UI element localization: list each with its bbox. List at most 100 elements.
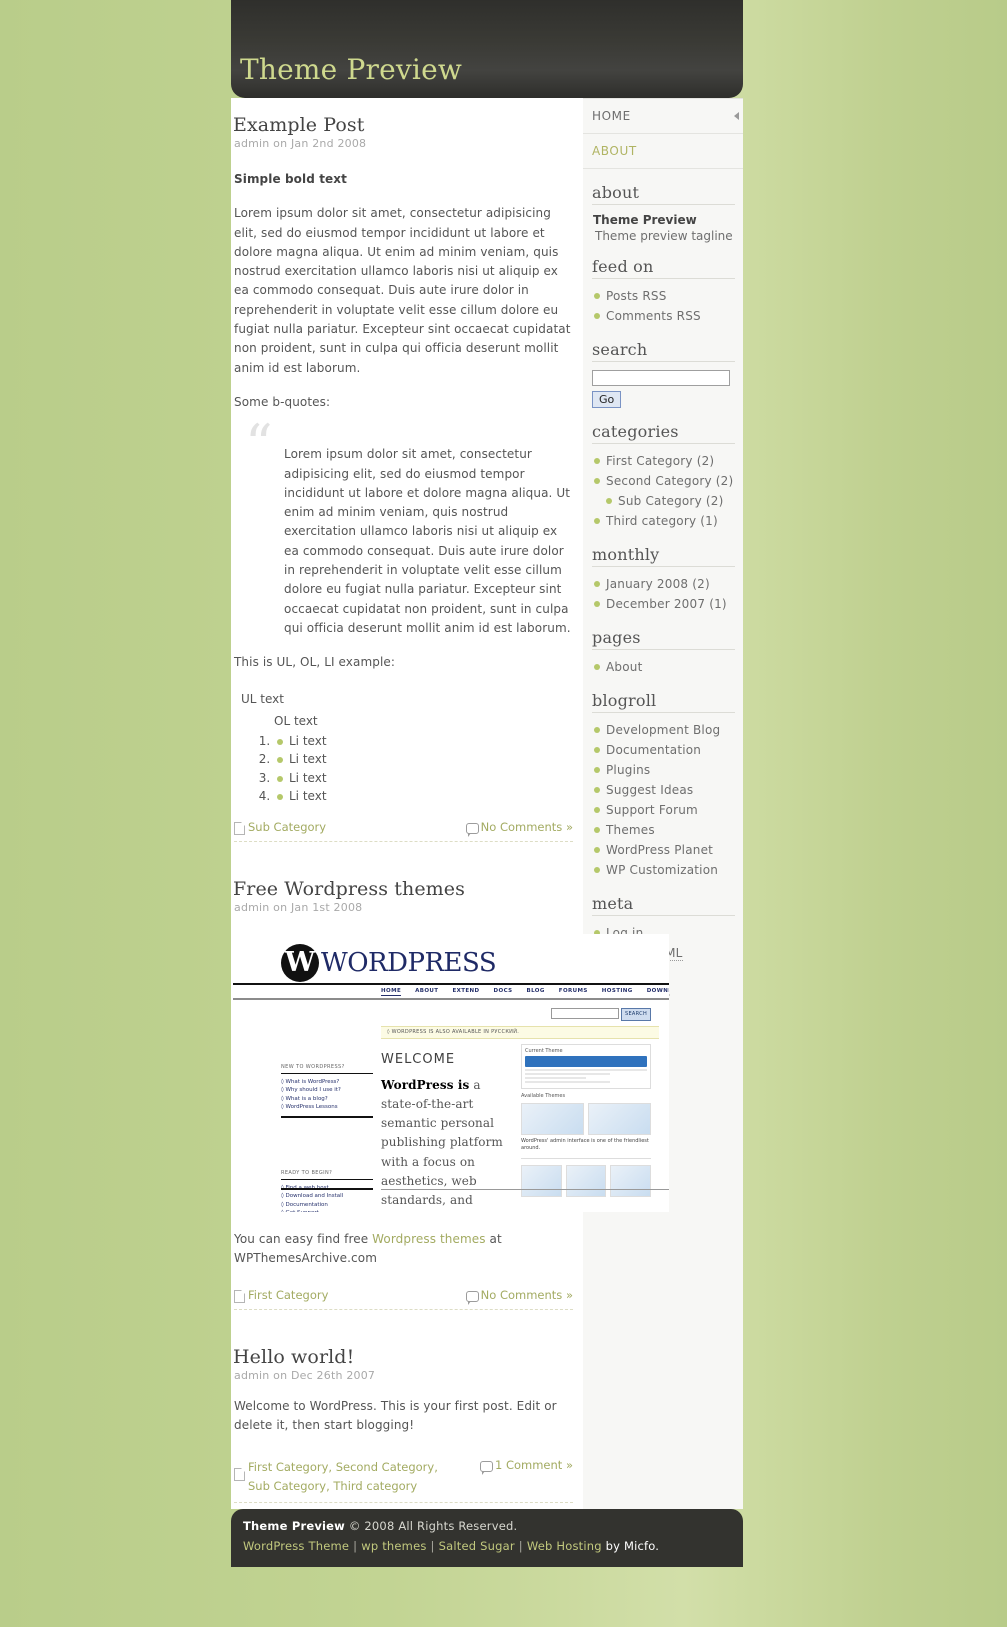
blogroll-list: Development Blog Documentation Plugins S… (592, 720, 735, 880)
list-item: Li text (274, 769, 573, 788)
list-item[interactable]: Posts RSS (592, 286, 735, 306)
post-paragraph: Welcome to WordPress. This is your first… (234, 1399, 557, 1433)
footer-link-web-hosting[interactable]: Web Hosting (527, 1539, 602, 1553)
category-link[interactable]: Second Category (2) (606, 474, 733, 488)
sidebar-item-home[interactable]: HOME (583, 98, 743, 134)
footer-copyright-text: © 2008 All Rights Reserved. (344, 1518, 518, 1533)
category-link[interactable]: Sub Category (2) (618, 494, 723, 508)
wp-left-heading: READY TO BEGIN? (281, 1170, 373, 1180)
feed-link[interactable]: Posts RSS (606, 289, 667, 303)
page-link[interactable]: About (606, 660, 642, 674)
list-item[interactable]: Plugins (592, 760, 735, 780)
list-item[interactable]: January 2008 (2) (592, 574, 735, 594)
wp-bar (525, 1055, 647, 1067)
archive-link[interactable]: January 2008 (2) (606, 577, 710, 591)
blogroll-link[interactable]: Themes (606, 823, 655, 837)
footer-link-salted-sugar[interactable]: Salted Sugar (439, 1539, 515, 1553)
footer-copyright: Theme Preview © 2008 All Rights Reserved… (243, 1519, 743, 1533)
feed-link[interactable]: Comments RSS (606, 309, 701, 323)
divider (521, 1157, 651, 1159)
post-comments: 1 Comment » (479, 1458, 573, 1475)
category-link[interactable]: Third category (1) (606, 514, 718, 528)
blockquote-intro: Some b-quotes: (234, 394, 331, 409)
wp-left-link: ◊ Documentation (281, 1201, 328, 1208)
wp-line (525, 1068, 647, 1071)
footer-link-wordpress-theme[interactable]: WordPress Theme (243, 1539, 349, 1553)
post-title[interactable]: Hello world! (233, 1346, 573, 1368)
search-input[interactable] (592, 370, 730, 386)
widget-heading: monthly (592, 545, 735, 567)
footer-link-wp-themes[interactable]: wp themes (361, 1539, 426, 1553)
sidebar-item-about[interactable]: ABOUT (583, 134, 743, 169)
widget-pages: pages About (583, 628, 743, 677)
search-go-button[interactable]: Go (592, 391, 622, 408)
list-item[interactable]: WP Customization (592, 860, 735, 880)
nav-label: HOME (592, 109, 631, 123)
list-item[interactable]: December 2007 (1) (592, 594, 735, 614)
list-item[interactable]: Suggest Ideas (592, 780, 735, 800)
wordpress-wordmark: WORDPRESS (321, 947, 497, 978)
list-item[interactable]: Themes (592, 820, 735, 840)
blogroll-link[interactable]: Support Forum (606, 803, 698, 817)
ol-item: OL text (274, 713, 318, 728)
blogroll-link[interactable]: WordPress Planet (606, 843, 713, 857)
wp-left-link: ◊ What is WordPress? (281, 1078, 340, 1085)
footer-brand: Theme Preview (243, 1518, 345, 1533)
wp-text: a state-of-the-art semantic personal pub… (381, 1077, 503, 1208)
blogroll-link[interactable]: Plugins (606, 763, 650, 777)
blogroll-link[interactable]: Suggest Ideas (606, 783, 693, 797)
comments-link[interactable]: 1 Comment » (495, 1458, 573, 1472)
ordered-list: Li text Li text Li text Li text (248, 732, 573, 806)
list-item[interactable]: Support Forum (592, 800, 735, 820)
list-item[interactable]: About (592, 657, 735, 677)
footer-by-text: by Micfo. (605, 1538, 660, 1553)
blogroll-link[interactable]: Documentation (606, 743, 701, 757)
list-item[interactable]: First Category (2) (592, 451, 735, 471)
blogroll-link[interactable]: Development Blog (606, 723, 720, 737)
list-item[interactable]: Second Category (2) (592, 471, 735, 491)
site-header: Theme Preview (231, 0, 743, 98)
list-item: Li text (274, 732, 573, 751)
wp-nav-item: ABOUT (415, 987, 439, 994)
list-item[interactable]: WordPress Planet (592, 840, 735, 860)
wp-nav-item: BLOG (526, 987, 545, 994)
wp-screen-thumbs (521, 1164, 652, 1197)
wp-nav-item: DOWNLOAD (646, 987, 669, 994)
divider (281, 1187, 373, 1190)
archive-link[interactable]: December 2007 (1) (606, 597, 727, 611)
wordpress-logo: W WORDPRESS (281, 943, 497, 982)
main-content: Example Post admin on Jan 2nd 2008 Simpl… (231, 98, 669, 1509)
wordpress-themes-link[interactable]: Wordpress themes (372, 1232, 485, 1246)
list-demo: UL text OL text Li text Li text Li text … (234, 688, 573, 806)
blockquote-text: Lorem ipsum dolor sit amet, consectetur … (284, 447, 571, 635)
category-link[interactable]: First Category (248, 1288, 328, 1302)
post-bold-line: Simple bold text (234, 172, 347, 186)
post-title[interactable]: Example Post (233, 114, 573, 136)
post-byline: admin on Dec 26th 2007 (234, 1369, 376, 1383)
footer-links: WordPress Theme | wp themes | Salted Sugar | W… (243, 1539, 743, 1553)
list-item[interactable]: Comments RSS (592, 306, 735, 326)
list-item[interactable]: Third category (1) (592, 511, 735, 531)
widget-heading: feed on (592, 257, 735, 279)
comments-link[interactable]: No Comments » (481, 1288, 573, 1302)
category-link[interactable]: First Category, Second Category, Sub Cat… (248, 1458, 449, 1496)
blogroll-link[interactable]: WP Customization (606, 863, 718, 877)
post-hello-world: Hello world! admin on Dec 26th 2007 Welc… (233, 1346, 573, 1503)
list-item[interactable]: Sub Category (2) (592, 491, 735, 511)
list-item-label: Li text (276, 734, 327, 748)
post-byline: admin on Jan 2nd 2008 (234, 137, 367, 150)
post-title[interactable]: Free Wordpress themes (233, 878, 573, 900)
feed-list: Posts RSS Comments RSS (592, 286, 735, 326)
wp-nav-item: HOSTING (601, 987, 633, 994)
comments-link[interactable]: No Comments » (481, 820, 573, 834)
list-item[interactable]: Development Blog (592, 720, 735, 740)
site-title: Theme Preview (240, 53, 463, 86)
category-link[interactable]: Sub Category (248, 820, 326, 834)
nav-label: ABOUT (592, 144, 637, 158)
list-item[interactable]: Documentation (592, 740, 735, 760)
wp-left-link: ◊ Download and Install (281, 1193, 344, 1200)
widget-heading: blogroll (592, 691, 735, 713)
category-link[interactable]: First Category (2) (606, 454, 714, 468)
wp-left-heading: NEW TO WORDPRESS? (281, 1064, 373, 1074)
post-meta: Sub Category No Comments » (234, 820, 573, 842)
